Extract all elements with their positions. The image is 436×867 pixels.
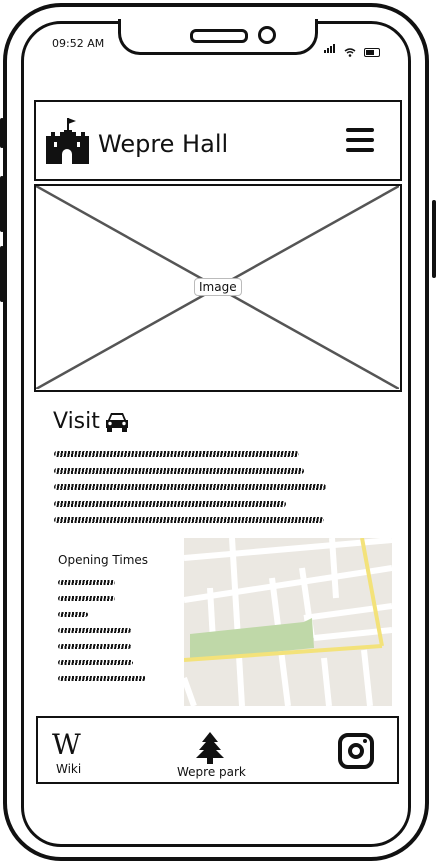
wikipedia-icon[interactable]: W: [52, 728, 81, 761]
text-placeholder-line: [58, 612, 88, 617]
text-placeholder-line: [54, 484, 326, 490]
text-placeholder-line: [54, 517, 324, 523]
site-title[interactable]: Wepre Hall: [98, 130, 228, 158]
tree-icon[interactable]: [196, 732, 224, 764]
front-camera: [258, 26, 276, 44]
text-placeholder-line: [58, 644, 131, 649]
signal-icon: [324, 38, 336, 57]
text-placeholder-line: [58, 596, 115, 601]
wiki-link[interactable]: Wiki: [56, 762, 81, 776]
visit-placeholder-text: [54, 451, 334, 534]
car-icon: [106, 413, 128, 432]
text-placeholder-line: [54, 451, 299, 457]
wifi-icon: [344, 48, 356, 57]
map-graphic: [184, 538, 392, 706]
status-time: 09:52 AM: [52, 37, 105, 50]
app-header: Wepre Hall: [34, 100, 402, 181]
wepre-park-link[interactable]: Wepre park: [177, 765, 246, 779]
opening-times-placeholder: [58, 580, 158, 692]
text-placeholder-line: [54, 467, 304, 474]
text-placeholder-line: [54, 500, 286, 507]
instagram-icon[interactable]: [338, 733, 374, 769]
castle-icon[interactable]: [44, 116, 90, 164]
hero-image-placeholder: Image: [34, 184, 402, 392]
location-map[interactable]: [184, 538, 392, 706]
text-placeholder-line: [58, 660, 133, 665]
visit-heading: Visit: [53, 409, 100, 434]
app-footer: W Wiki Wepre park: [36, 716, 399, 784]
text-placeholder-line: [58, 580, 115, 585]
text-placeholder-line: [58, 628, 131, 633]
battery-icon: [364, 48, 380, 57]
speaker: [190, 29, 248, 43]
text-placeholder-line: [58, 676, 146, 681]
image-label: Image: [194, 278, 242, 296]
opening-times-heading: Opening Times: [58, 553, 149, 567]
phone-side-button: [0, 118, 4, 148]
status-icons: [324, 38, 380, 57]
phone-side-button: [432, 200, 436, 278]
hamburger-icon[interactable]: [346, 128, 374, 158]
phone-side-button: [0, 246, 4, 302]
phone-side-button: [0, 176, 4, 232]
